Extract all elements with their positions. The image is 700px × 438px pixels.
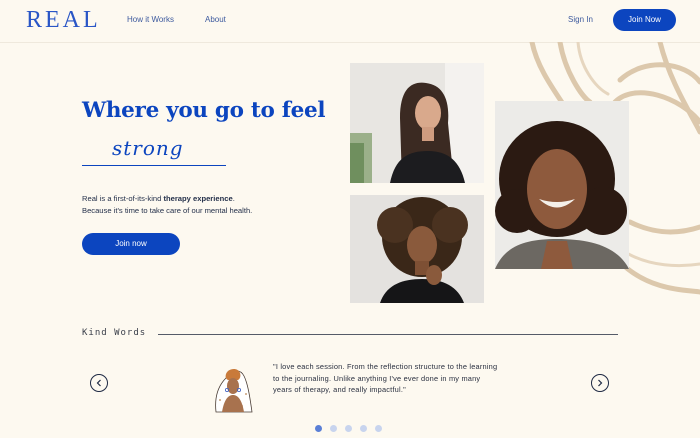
hero-description: Real is a first-of-its-kind therapy expe… [82, 193, 342, 217]
carousel-dot-2[interactable] [330, 425, 337, 432]
hero-script-word: strong [112, 136, 184, 160]
photo-woman-long-hair [350, 63, 484, 183]
site-header: REAL How it Works About Sign In Join Now [0, 0, 700, 43]
description-suffix: . [232, 194, 235, 203]
description-prefix: Real is a first-of-its-kind [82, 194, 164, 203]
kind-words-divider [158, 334, 618, 335]
join-now-header-button[interactable]: Join Now [613, 9, 676, 31]
testimonial-quote: "I love each session. From the reflectio… [273, 362, 498, 395]
carousel-dot-4[interactable] [360, 425, 367, 432]
join-now-hero-button[interactable]: Join now [82, 233, 180, 255]
previous-testimonial-button[interactable] [90, 374, 108, 392]
chevron-left-icon [96, 379, 101, 387]
testimonial-avatar [215, 368, 253, 413]
chevron-right-icon [598, 379, 603, 387]
photo-woman-smiling [495, 101, 629, 269]
nav-how-it-works[interactable]: How it Works [127, 15, 174, 24]
description-line2: Because it's time to take care of our me… [82, 206, 253, 215]
next-testimonial-button[interactable] [591, 374, 609, 392]
description-bold: therapy experience [163, 194, 233, 203]
script-underline [82, 165, 226, 166]
carousel-dot-1[interactable] [315, 425, 322, 432]
sign-in-link[interactable]: Sign In [568, 15, 593, 24]
carousel-dot-3[interactable] [345, 425, 352, 432]
carousel-dot-5[interactable] [375, 425, 382, 432]
nav-about[interactable]: About [205, 15, 226, 24]
hero-headline: Where you go to feel [82, 98, 326, 123]
kind-words-heading: Kind Words [82, 328, 147, 338]
real-logo[interactable]: REAL [26, 7, 101, 34]
photo-woman-curly-hair [350, 195, 484, 303]
hero-script-underline: strong [82, 134, 232, 174]
